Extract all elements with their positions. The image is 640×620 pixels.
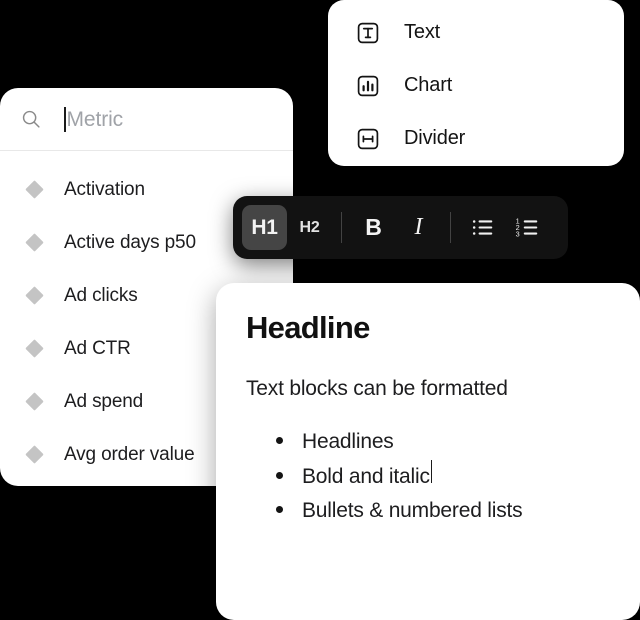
bullet-text: Bold and italic (302, 464, 430, 488)
insert-item-divider[interactable]: Divider (328, 112, 624, 165)
diamond-icon (25, 233, 44, 252)
toolbar-numbered-list-button[interactable]: 1 2 3 (505, 205, 550, 250)
bullet-text: Headlines (302, 430, 394, 454)
document-headline[interactable]: Headline (246, 310, 610, 345)
document-bullet-list: Headlines Bold and italic Bullets & numb… (246, 425, 610, 528)
metric-search-row[interactable]: Metric (0, 88, 293, 151)
canvas: Metric Activation Active days p50 Ad cli… (0, 0, 640, 620)
bullet-dot-icon (276, 437, 283, 445)
text-block-icon (357, 22, 379, 43)
toolbar-separator (341, 212, 342, 243)
metric-item-label: Active days p50 (64, 231, 196, 253)
svg-text:3: 3 (516, 230, 520, 239)
toolbar-separator (450, 212, 451, 243)
toolbar-heading-1-button[interactable]: H1 (242, 205, 287, 250)
insert-block-panel: Text Chart Divider (328, 0, 624, 166)
toolbar-italic-button[interactable]: I (396, 205, 441, 250)
bullet-text: Bullets & numbered lists (302, 499, 523, 523)
search-icon (22, 110, 40, 128)
document-card: Headline Text blocks can be formatted He… (216, 283, 640, 620)
bulleted-list-icon (472, 220, 493, 235)
document-bullet-item[interactable]: Bold and italic (246, 459, 610, 494)
insert-item-label: Chart (404, 74, 453, 96)
document-bullet-item[interactable]: Headlines (246, 425, 610, 459)
metric-search-input[interactable]: Metric (64, 104, 123, 134)
toolbar-bold-button[interactable]: B (351, 205, 396, 250)
insert-item-label: Divider (404, 127, 466, 149)
diamond-icon (25, 286, 44, 305)
metric-item-label: Ad clicks (64, 284, 138, 306)
diamond-icon (25, 392, 44, 411)
diamond-icon (25, 339, 44, 358)
bullet-dot-icon (276, 506, 283, 514)
editor-text-caret (430, 459, 433, 483)
insert-item-label: Text (404, 21, 441, 43)
search-placeholder: Metric (66, 107, 124, 131)
metric-item-label: Ad spend (64, 390, 144, 412)
format-toolbar: H1 H2 B I 1 2 3 (233, 196, 568, 259)
diamond-icon (25, 180, 44, 199)
metric-item-label: Ad CTR (64, 337, 131, 359)
document-bullet-item[interactable]: Bullets & numbered lists (246, 494, 610, 528)
diamond-icon (25, 445, 44, 464)
toolbar-heading-2-button[interactable]: H2 (287, 205, 332, 250)
document-paragraph[interactable]: Text blocks can be formatted (246, 376, 610, 401)
insert-item-text[interactable]: Text (328, 6, 624, 59)
bullet-dot-icon (276, 471, 283, 479)
metric-item-label: Avg order value (64, 443, 195, 465)
toolbar-bulleted-list-button[interactable] (460, 205, 505, 250)
chart-block-icon (357, 75, 379, 96)
numbered-list-icon: 1 2 3 (516, 217, 538, 239)
insert-item-chart[interactable]: Chart (328, 59, 624, 112)
metric-item-label: Activation (64, 178, 145, 200)
divider-block-icon (357, 128, 379, 149)
